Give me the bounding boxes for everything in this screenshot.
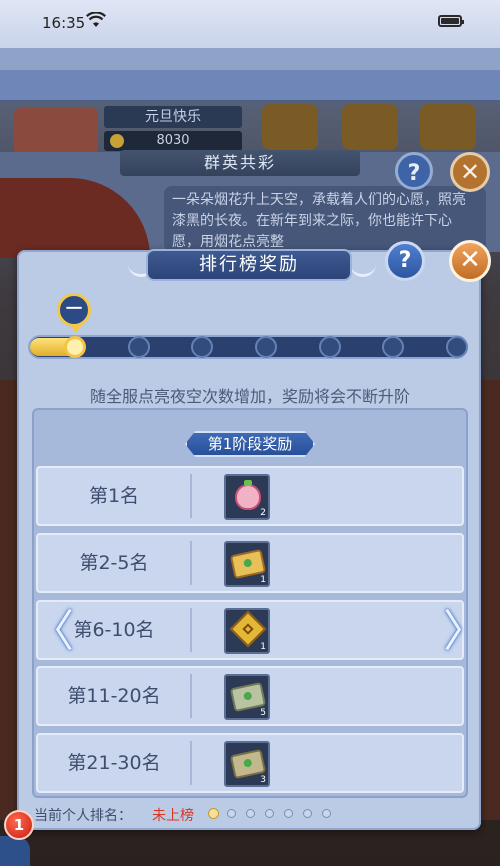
reward-row: 第11-20名 5	[36, 666, 464, 726]
status-bar: 16:35	[0, 0, 500, 48]
stage-node[interactable]	[127, 336, 150, 358]
page-dot[interactable]	[227, 809, 236, 818]
item-count: 1	[260, 642, 266, 652]
page-dot[interactable]	[208, 808, 219, 819]
item-count: 3	[260, 775, 266, 785]
row-divider	[190, 474, 192, 518]
row-divider	[190, 608, 192, 652]
page-dot[interactable]	[303, 809, 312, 818]
reward-row: 第2-5名 1	[36, 533, 464, 593]
player-score: 8030	[104, 131, 242, 151]
stage-node[interactable]	[446, 336, 468, 358]
close-button[interactable]: ✕	[449, 240, 491, 282]
dialog-title: 排行榜奖励	[146, 249, 352, 281]
reward-item-slot[interactable]: 1	[224, 541, 270, 587]
background-top-band	[0, 48, 500, 70]
scroll-chest-icon	[262, 104, 318, 150]
personal-rank-label: 当前个人排名：	[34, 808, 132, 824]
treasure-chest-icon	[342, 104, 398, 150]
page-dot[interactable]	[246, 809, 255, 818]
bottom-menu-tab[interactable]	[0, 836, 30, 866]
reward-item-slot[interactable]: 1	[224, 608, 270, 654]
reward-item-slot[interactable]: 2	[224, 474, 270, 520]
stage-node-active[interactable]	[64, 336, 86, 358]
pink-pouch-icon	[235, 480, 261, 510]
wifi-icon	[86, 12, 106, 27]
page-dot[interactable]	[322, 809, 331, 818]
item-count: 1	[260, 575, 266, 585]
row-divider	[190, 541, 192, 585]
battery-icon	[438, 15, 464, 27]
personal-rank-value: 未上榜	[152, 808, 194, 824]
progress-hint: 随全服点亮夜空次数增加，奖励将会不断升阶	[89, 387, 410, 406]
prev-stage-arrow-icon[interactable]: 〈	[30, 607, 74, 657]
rank-label: 第1名	[88, 485, 140, 507]
reward-item-slot[interactable]: 5	[224, 674, 270, 720]
player-avatar	[14, 108, 98, 156]
status-time: 16:35	[42, 14, 86, 32]
reward-row: 第1名 2	[36, 466, 464, 526]
current-stage-marker: 一	[57, 293, 91, 333]
next-stage-arrow-icon[interactable]: 〉	[443, 607, 487, 657]
coin-icon	[110, 134, 124, 148]
reward-row: 第6-10名 1	[36, 600, 464, 660]
notification-badge[interactable]: 1	[4, 810, 34, 840]
item-count: 2	[260, 508, 266, 518]
background-help-icon: ?	[395, 152, 433, 190]
row-divider	[190, 674, 192, 718]
help-button[interactable]: ?	[385, 241, 425, 281]
background-close-icon: ✕	[450, 152, 490, 192]
item-count: 5	[260, 708, 266, 718]
rank-label: 第11-20名	[67, 685, 161, 707]
rank-label: 第2-5名	[79, 552, 149, 574]
rank-label: 第21-30名	[67, 752, 161, 774]
stage-node[interactable]	[318, 336, 341, 358]
gift-chest-icon	[420, 104, 476, 150]
reward-item-slot[interactable]: 3	[224, 741, 270, 787]
row-divider	[190, 741, 192, 785]
page-dot[interactable]	[284, 809, 293, 818]
stage-reward-tag: 第1阶段奖励	[185, 431, 315, 457]
background-header	[0, 70, 500, 102]
background-panel-description: 一朵朵烟花升上天空，承载着人们的心愿，照亮漆黑的长夜。在新年到来之际，你也能许下…	[164, 186, 486, 252]
player-name: 元旦快乐	[104, 106, 242, 128]
background-panel-title: 群英共彩	[120, 150, 360, 176]
reward-row: 第21-30名 3	[36, 733, 464, 793]
page-dot[interactable]	[265, 809, 274, 818]
stage-node[interactable]	[255, 336, 277, 358]
